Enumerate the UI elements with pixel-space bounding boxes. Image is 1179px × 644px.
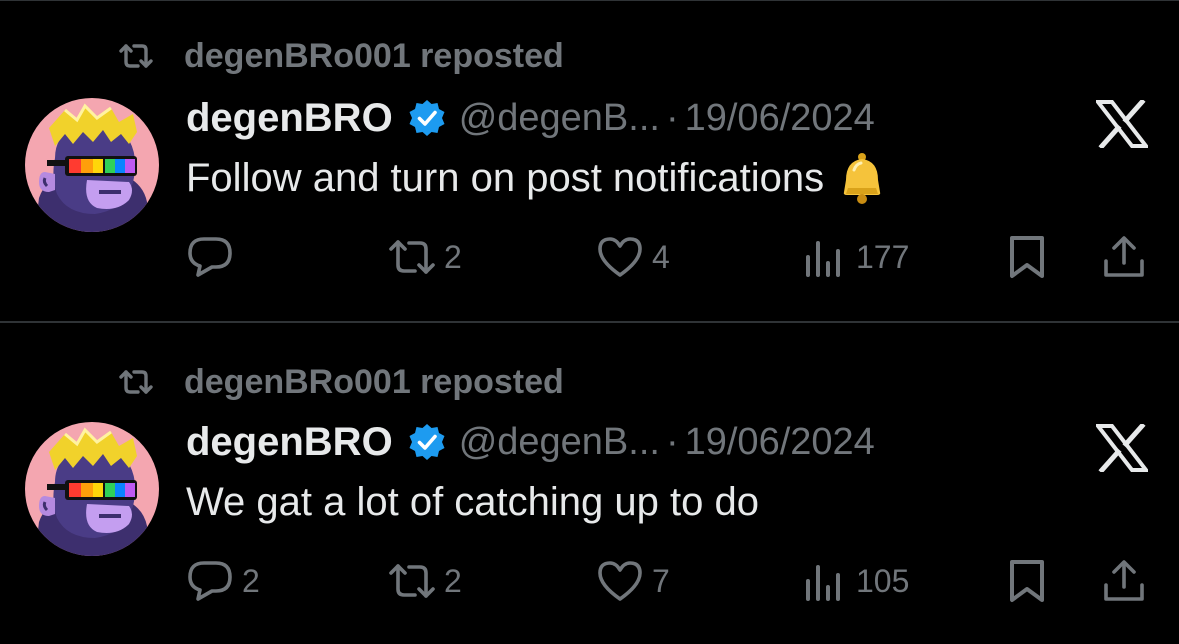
like-count: 4 <box>652 238 670 275</box>
repost-context[interactable]: degenBRo001 reposted <box>118 34 564 78</box>
repost-button[interactable]: 2 <box>388 556 462 606</box>
post-date[interactable]: 19/06/2024 <box>685 421 875 464</box>
avatar[interactable] <box>25 98 159 232</box>
display-name[interactable]: degenBRO <box>186 96 393 141</box>
tweet-text: Follow and turn on post notifications <box>186 153 890 204</box>
repost-icon <box>119 44 153 68</box>
ape-avatar-image <box>25 422 159 556</box>
ape-avatar-image <box>25 98 159 232</box>
verified-badge-icon <box>409 100 445 136</box>
tweet-header: degenBRO @degenB... · 19/06/2024 <box>186 92 875 144</box>
tweet-body: We gat a lot of catching up to do <box>186 479 759 524</box>
tweet-card[interactable]: degenBRo001 reposted degenBRO @degenB...… <box>0 326 1179 644</box>
views-chart-icon <box>806 565 840 601</box>
bookmark-icon <box>1010 560 1044 602</box>
post-date[interactable]: 19/06/2024 <box>685 97 875 140</box>
repost-count: 2 <box>444 562 462 599</box>
avatar[interactable] <box>25 422 159 556</box>
repost-icon <box>389 564 435 598</box>
repost-icon <box>389 240 435 274</box>
like-button[interactable]: 7 <box>596 556 670 606</box>
tweet-header: degenBRO @degenB... · 19/06/2024 <box>186 416 875 468</box>
reply-icon <box>188 237 232 277</box>
tweet-text: We gat a lot of catching up to do <box>186 477 759 527</box>
tweet-divider <box>0 321 1179 323</box>
views-count: 177 <box>856 238 910 275</box>
views-count: 105 <box>856 562 910 599</box>
reply-count: 2 <box>242 562 260 599</box>
action-bar: 2 2 7 105 <box>0 556 1179 606</box>
display-name[interactable]: degenBRO <box>186 420 393 465</box>
verified-badge-icon <box>409 424 445 460</box>
share-button[interactable] <box>1100 556 1148 606</box>
like-button[interactable]: 4 <box>596 232 670 282</box>
reply-icon <box>188 561 232 601</box>
heart-icon <box>598 237 642 277</box>
reply-button[interactable] <box>186 232 242 282</box>
heart-icon <box>598 561 642 601</box>
share-button[interactable] <box>1100 232 1148 282</box>
bell-emoji <box>843 153 881 204</box>
repost-label: degenBRo001 reposted <box>184 36 564 75</box>
repost-button[interactable]: 2 <box>388 232 462 282</box>
bookmark-button[interactable] <box>1004 232 1052 282</box>
repost-count: 2 <box>444 238 462 275</box>
reply-button[interactable]: 2 <box>186 556 260 606</box>
share-icon <box>1104 560 1144 601</box>
user-handle[interactable]: @degenB... <box>459 97 660 140</box>
repost-context[interactable]: degenBRo001 reposted <box>118 360 564 404</box>
tweet-body: Follow and turn on post notifications <box>186 155 825 200</box>
repost-icon <box>119 370 153 394</box>
like-count: 7 <box>652 562 670 599</box>
user-handle[interactable]: @degenB... <box>459 421 660 464</box>
x-logo-icon <box>1096 424 1148 472</box>
x-logo-icon <box>1096 100 1148 148</box>
views-chart-icon <box>806 241 840 277</box>
tweet-card[interactable]: degenBRo001 reposted degenBRO @degenB...… <box>0 0 1179 318</box>
views-button[interactable]: 177 <box>800 232 909 282</box>
separator-dot: · <box>665 420 679 463</box>
separator-dot: · <box>665 96 679 139</box>
share-icon <box>1104 236 1144 277</box>
repost-label: degenBRo001 reposted <box>184 362 564 401</box>
action-bar: 2 4 177 <box>0 232 1179 282</box>
bookmark-button[interactable] <box>1004 556 1052 606</box>
views-button[interactable]: 105 <box>800 556 909 606</box>
bookmark-icon <box>1010 236 1044 278</box>
